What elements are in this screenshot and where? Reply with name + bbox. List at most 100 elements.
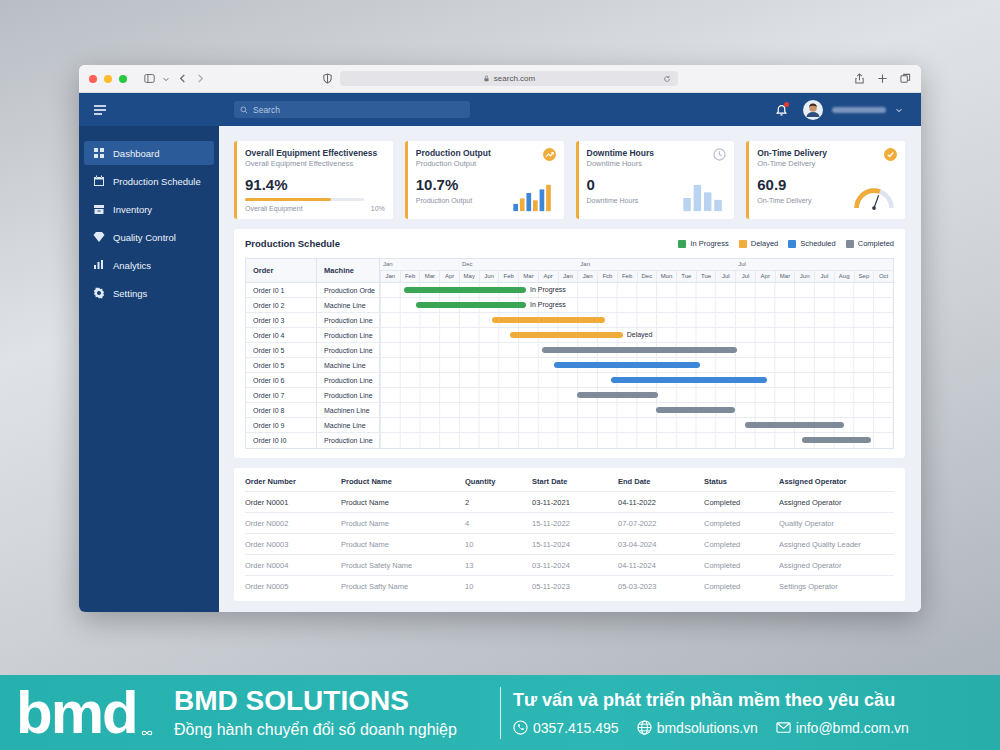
machine-cell: Machinen Line [316,403,379,417]
sidebar-item[interactable]: Quality Control [84,225,214,249]
gantt-bar[interactable] [656,407,735,413]
address-bar[interactable]: search.com [340,71,678,86]
hamburger-icon[interactable] [93,104,107,116]
share-icon[interactable] [854,73,865,84]
chevron-down-icon[interactable] [162,75,170,83]
user-menu-chevron-icon[interactable] [895,106,903,114]
gantt-bar[interactable] [492,317,604,323]
table-row[interactable]: Order N0004Product Safety Name1303-11-20… [245,554,894,575]
order-cell: Order I0 5 [246,343,316,357]
table-cell: 04-11-2022 [618,498,704,507]
column-header[interactable]: End Date [618,477,704,486]
year-row: JanDecJanJul [380,259,893,271]
kpi-mini-chart [680,183,726,213]
gantt-bar[interactable] [404,287,526,293]
order-cell: Order I0 I0 [246,433,316,448]
month-label: Feb [498,271,518,282]
slogan: Tư vấn và phát triển phần mềm theo yêu c… [513,690,986,711]
kpi-card: On-Time DeliveryOn-Time Delivery60.9On-T… [746,141,905,219]
forward-icon[interactable] [195,73,206,84]
machine-cell: Machine Line [316,358,379,372]
gantt-bar[interactable] [802,437,871,443]
notifications-button[interactable] [775,103,788,116]
gantt-bar[interactable] [745,422,844,428]
table-cell: Settings Operator [779,582,894,591]
mini-chart-bar [519,198,524,211]
gantt-row[interactable]: Order I0 3Production Line [246,313,893,328]
back-icon[interactable] [177,73,188,84]
gantt-row[interactable]: Order I0 I0Production Line [246,433,893,448]
search-field[interactable]: Search [234,101,470,118]
zoom-button[interactable] [119,75,127,83]
sidebar-item[interactable]: Analytics [84,253,214,277]
user-avatar-icon[interactable] [803,100,823,120]
new-tab-icon[interactable] [877,73,888,84]
machine-cell: Production Line [316,373,379,387]
browser-window: search.com Search Dashboard Production Sche… [79,65,921,612]
table-cell: 03-11-2021 [532,498,618,507]
machine-cell: Production Line [316,328,379,342]
gantt-row[interactable]: Order I0 5Production Line [246,343,893,358]
gantt-track: In Progress [379,298,893,312]
kpi-footer: Overall Equipment10% [245,205,385,212]
minimize-button[interactable] [104,75,112,83]
sidebar-toggle-icon[interactable] [144,73,155,84]
contact-block: Tư vấn và phát triển phần mềm theo yêu c… [513,690,986,736]
month-label: Mar [775,271,795,282]
table-row[interactable]: Order N0003Product Name1015-11-202403-04… [245,533,894,554]
table-cell: Order N0002 [245,519,341,528]
sidebar-item-label: Dashboard [113,148,159,159]
gantt-row[interactable]: Order I0 7Production Line [246,388,893,403]
gantt-row[interactable]: Order I0 8Machinen Line [246,403,893,418]
gantt-row[interactable]: Order I0 2Machine LineIn Progress [246,298,893,313]
legend-swatch [788,240,796,248]
shield-icon[interactable] [322,73,333,84]
close-button[interactable] [89,75,97,83]
month-label: Jun [479,271,499,282]
panel-title: Production Schedule [245,238,340,249]
gantt-row[interactable]: Order I0 1Production OrdeIn Progress [246,283,893,298]
gantt-row[interactable]: Order I0 6Production Line [246,373,893,388]
sidebar-item[interactable]: Production Schedule [84,169,214,193]
gantt-row[interactable]: Order I0 4Production LineDelayed [246,328,893,343]
gantt-bar[interactable] [416,302,526,308]
gantt-bar[interactable] [554,362,700,368]
sidebar-item[interactable]: Settings [84,281,214,305]
gantt-row[interactable]: Order I0 9Machine Line [246,418,893,433]
sidebar-item[interactable]: Dashboard [84,141,214,165]
gantt-bar[interactable] [577,392,658,398]
user-name-blurred[interactable] [832,107,886,113]
legend-label: Completed [858,239,894,248]
month-label: Fcb [597,271,617,282]
company-name: BMD SOLUTIONS [174,686,494,717]
order-cell: Order I0 8 [246,403,316,417]
table-row[interactable]: Order N0005Product Safty Name1005-11-202… [245,575,894,596]
sidebar-item[interactable]: Inventory [84,197,214,221]
kpi-footer-label: On-Time Delivery [757,197,811,204]
month-label: Oct [873,271,893,282]
column-header[interactable]: Quantity [465,477,532,486]
reload-icon[interactable] [663,75,671,83]
month-label: May [459,271,479,282]
gantt-bar[interactable] [611,377,767,383]
column-header[interactable]: Product Name [341,477,465,486]
gantt-row[interactable]: Order I0 5Machine Line [246,358,893,373]
page: search.com Search Dashboard Production Sche… [0,0,1000,750]
order-cell: Order I0 5 [246,358,316,372]
column-header[interactable]: Order Number [245,477,341,486]
phone-contact[interactable]: 0357.415.495 [513,720,619,736]
table-cell: 10 [465,540,532,549]
gantt-bar[interactable] [542,347,737,353]
gantt-header: OrderMachineJanDecJanJulJanFebMarAprMayJ… [246,259,893,283]
table-row[interactable]: Order N0001Product Name203-11-202104-11-… [245,491,894,512]
website-contact[interactable]: bmdsolutions.vn [637,720,758,736]
email-contact[interactable]: info@bmd.com.vn [776,720,909,736]
column-header[interactable]: Status [704,477,779,486]
gantt-track [379,388,893,402]
tabs-overview-icon[interactable] [900,73,911,84]
table-row[interactable]: Order N0002Product Name415-11-202207-07-… [245,512,894,533]
address-text: search.com [494,74,535,83]
column-header[interactable]: Assigned Operator [779,477,894,486]
column-header[interactable]: Start Date [532,477,618,486]
gantt-bar[interactable] [510,332,622,338]
